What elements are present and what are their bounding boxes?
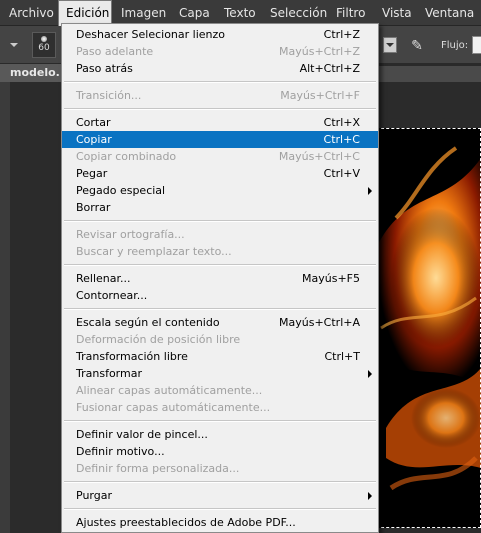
menu-item-shortcut: Alt+Ctrl+Z [299, 62, 360, 75]
document-tab-secondary[interactable] [376, 66, 481, 82]
menu-item-label: Borrar [76, 201, 111, 214]
menu-item-label: Contornear... [76, 289, 148, 302]
menu-item-deshacer-selecionar-lienzo[interactable]: Deshacer Selecionar lienzo Ctrl+Z [62, 26, 378, 43]
menu-item-paso-adelante[interactable]: Paso adelante Mayús+Ctrl+Z [62, 43, 378, 60]
menu-item-label: Ajustes preestablecidos de Adobe PDF... [76, 516, 296, 529]
submenu-arrow-icon [368, 492, 372, 500]
menu-item-shortcut: Ctrl+X [323, 116, 360, 129]
menu-item-shortcut: Mayús+Ctrl+F [280, 89, 360, 102]
menu-item-escala-segun-el-contenido[interactable]: Escala según el contenido Mayús+Ctrl+A [62, 314, 378, 331]
menu-item-copiar[interactable]: Copiar Ctrl+C [62, 131, 378, 148]
menu-item-purgar[interactable]: Purgar [62, 487, 378, 504]
chevron-down-icon [386, 43, 394, 47]
menu-item-shortcut: Ctrl+C [323, 133, 360, 146]
menu-item-transformacion-libre[interactable]: Transformación libre Ctrl+T [62, 348, 378, 365]
menu-item-cortar[interactable]: Cortar Ctrl+X [62, 114, 378, 131]
selection-marquee [376, 128, 481, 528]
menu-item-definir-forma-personalizada[interactable]: Definir forma personalizada... [62, 460, 378, 477]
menu-item-pegar[interactable]: Pegar Ctrl+V [62, 165, 378, 182]
flujo-label: Flujo: [441, 40, 469, 51]
menu-item-label: Copiar combinado [76, 150, 177, 163]
submenu-arrow-icon [368, 370, 372, 378]
menu-item-deformacion-de-posicion-libre[interactable]: Deformación de posición libre [62, 331, 378, 348]
menu-separator [64, 420, 376, 422]
menu-separator [64, 220, 376, 222]
flujo-input[interactable] [472, 36, 481, 54]
menu-item-label: Deformación de posición libre [76, 333, 241, 346]
menu-item-label: Transición... [76, 89, 142, 102]
menu-item-label: Definir valor de pincel... [76, 428, 208, 441]
menu-item-label: Pegar [76, 167, 108, 180]
menu-item-buscar-y-reemplazar-texto[interactable]: Buscar y reemplazar texto... [62, 243, 378, 260]
brush-tip-icon [41, 36, 47, 42]
menu-item-shortcut: Ctrl+T [324, 350, 360, 363]
brush-size-value: 60 [38, 43, 50, 53]
menu-item-copiar-combinado[interactable]: Copiar combinado Mayús+Ctrl+C [62, 148, 378, 165]
menu-separator [64, 264, 376, 266]
airbrush-icon[interactable]: ✎ [408, 37, 426, 55]
menu-item-label: Definir motivo... [76, 445, 165, 458]
menu-item-definir-motivo[interactable]: Definir motivo... [62, 443, 378, 460]
menu-item-label: Buscar y reemplazar texto... [76, 245, 232, 258]
menu-item-label: Purgar [76, 489, 112, 502]
menu-item-label: Deshacer Selecionar lienzo [76, 28, 226, 41]
menu-item-shortcut: Mayús+Ctrl+A [279, 316, 360, 329]
menu-item-fusionar-capas-automaticamente[interactable]: Fusionar capas automáticamente... [62, 399, 378, 416]
edit-menu-dropdown: Deshacer Selecionar lienzo Ctrl+Z Paso ade… [61, 23, 379, 533]
menu-item-shortcut: Ctrl+Z [323, 28, 360, 41]
menu-item-label: Transformar [76, 367, 142, 380]
menu-item-label: Pegado especial [76, 184, 166, 197]
menu-separator [64, 108, 376, 110]
menu-item-paso-atras[interactable]: Paso atrás Alt+Ctrl+Z [62, 60, 378, 77]
menu-item-label: Escala según el contenido [76, 316, 220, 329]
menu-separator [64, 308, 376, 310]
menu-item-label: Paso atrás [76, 62, 133, 75]
menu-item-shortcut: Ctrl+V [323, 167, 360, 180]
menu-ventana[interactable]: Ventana [425, 0, 474, 26]
submenu-arrow-icon [368, 187, 372, 195]
menu-item-label: Paso adelante [76, 45, 154, 58]
menu-item-pegado-especial[interactable]: Pegado especial [62, 182, 378, 199]
menu-item-label: Transformación libre [76, 350, 188, 363]
menu-item-borrar[interactable]: Borrar [62, 199, 378, 216]
document-tab[interactable]: modelo. [0, 64, 62, 82]
vertical-ruler [0, 82, 10, 533]
menu-item-transicion[interactable]: Transición... Mayús+Ctrl+F [62, 87, 378, 104]
menu-item-rellenar[interactable]: Rellenar... Mayús+F5 [62, 270, 378, 287]
menu-item-definir-valor-de-pincel[interactable]: Definir valor de pincel... [62, 426, 378, 443]
menu-item-alinear-capas-automaticamente[interactable]: Alinear capas automáticamente... [62, 382, 378, 399]
menu-item-contornear[interactable]: Contornear... [62, 287, 378, 304]
menu-item-label: Revisar ortografía... [76, 228, 185, 241]
menu-item-label: Rellenar... [76, 272, 131, 285]
menu-item-label: Definir forma personalizada... [76, 462, 240, 475]
menu-separator [64, 81, 376, 83]
menu-item-label: Cortar [76, 116, 111, 129]
menu-item-shortcut: Mayús+F5 [302, 272, 360, 285]
menu-item-label: Alinear capas automáticamente... [76, 384, 263, 397]
tool-preset-dropdown-icon[interactable] [10, 43, 18, 47]
menu-item-label: Fusionar capas automáticamente... [76, 401, 271, 414]
opacity-dropdown-button[interactable] [383, 37, 397, 53]
menu-item-shortcut: Mayús+Ctrl+C [278, 150, 360, 163]
menu-item-revisar-ortografia[interactable]: Revisar ortografía... [62, 226, 378, 243]
menu-item-transformar[interactable]: Transformar [62, 365, 378, 382]
menu-separator [64, 508, 376, 510]
menu-archivo[interactable]: Archivo [9, 0, 54, 26]
menu-item-ajustes-preestablecidos-de-adobe-pdf[interactable]: Ajustes preestablecidos de Adobe PDF... [62, 514, 378, 531]
menu-item-label: Copiar [76, 133, 112, 146]
brush-size-picker[interactable]: 60 [32, 32, 56, 58]
menu-separator [64, 481, 376, 483]
menu-vista[interactable]: Vista [382, 0, 412, 26]
menu-item-shortcut: Mayús+Ctrl+Z [279, 45, 360, 58]
